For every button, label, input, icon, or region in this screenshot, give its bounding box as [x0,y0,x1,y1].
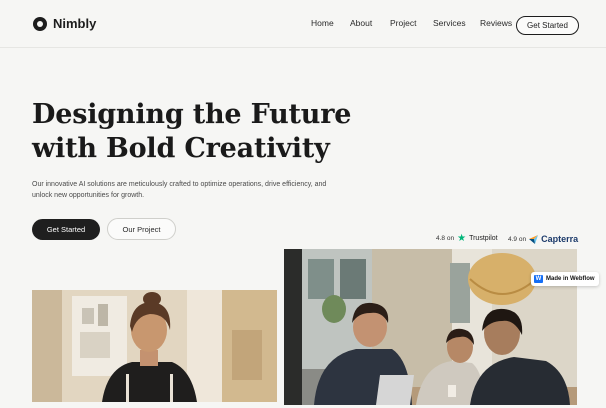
trustpilot-rating[interactable]: 4.8 on ★ Trustpilot [436,233,498,244]
webflow-icon: W [534,275,543,283]
made-in-webflow-badge[interactable]: W Made in Webflow [531,272,599,286]
nav-reviews[interactable]: Reviews [480,18,512,28]
star-icon: ★ [457,233,467,244]
nav-home[interactable]: Home [311,18,334,28]
capterra-name: Capterra [541,234,579,244]
trustpilot-score: 4.8 on [436,235,455,242]
nav-project[interactable]: Project [390,18,416,28]
get-started-button[interactable]: Get Started [32,219,100,240]
hero-subtitle: Our innovative AI solutions are meticulo… [32,181,327,199]
capterra-score: 4.9 on [508,235,527,243]
hero-title-line-1: Designing the Future [32,99,352,130]
nav-services[interactable]: Services [433,18,466,28]
trustpilot-name: Trustpilot [469,235,498,242]
capterra-icon [529,234,539,244]
hero-title: Designing the Future with Bold Creativit… [32,98,392,166]
hero-title-line-2: with Bold Creativity [32,133,330,164]
our-project-button[interactable]: Our Project [107,218,176,240]
hero-photo-woman [32,290,277,402]
site-header: Nimbly Home About Project Services Revie… [0,0,606,48]
capterra-rating[interactable]: 4.9 on Capterra [508,234,578,244]
nav-about[interactable]: About [350,18,372,28]
webflow-badge-label: Made in Webflow [546,276,595,282]
header-get-started-button[interactable]: Get Started [516,16,579,35]
